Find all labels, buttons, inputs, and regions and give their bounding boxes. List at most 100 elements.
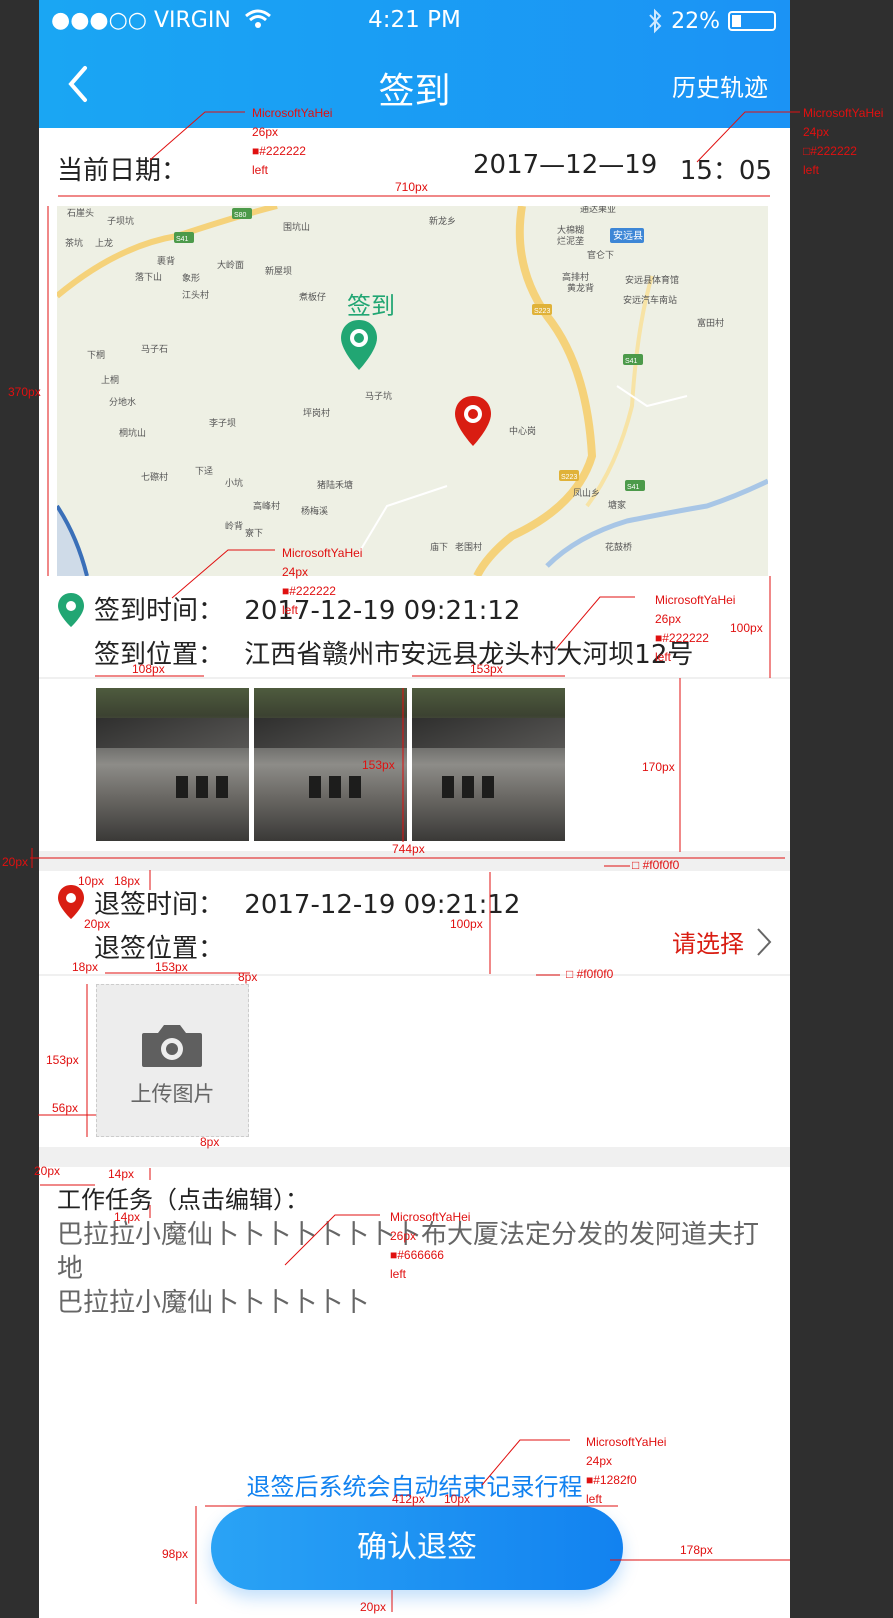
signin-location-value: 江西省赣州市安远县龙头村大河坝12号 bbox=[244, 640, 694, 670]
map-place-label: 李子坝 bbox=[209, 417, 236, 428]
battery-percent: 22% bbox=[671, 8, 720, 34]
map-place-label: 塘家 bbox=[608, 499, 626, 510]
camera-icon bbox=[142, 1025, 202, 1067]
map-place-label: 小坑 bbox=[225, 477, 243, 488]
task-line: 巴拉拉小魔仙卜卜卜卜卜卜卜卜布大厦法定分发的发阿道夫打地 bbox=[57, 1220, 760, 1284]
signout-info: 退签时间： 2017-12-19 09:21:12 退签位置： 请选择 bbox=[57, 880, 772, 980]
map-place-label: 坪岗村 bbox=[303, 407, 330, 418]
signin-location-row: 签到位置： 江西省赣州市安远县龙头村大河坝12号 bbox=[94, 634, 693, 671]
signin-photo[interactable] bbox=[412, 688, 565, 841]
history-button[interactable]: 历史轨迹 bbox=[672, 68, 768, 103]
map-place-label: 烂泥垄 bbox=[557, 235, 584, 246]
signin-map-marker-icon[interactable] bbox=[339, 318, 379, 372]
map-place-label: 安远汽车南站 bbox=[623, 294, 677, 305]
signout-pin-icon bbox=[58, 885, 84, 919]
svg-text:安远县: 安远县 bbox=[613, 229, 643, 242]
map-place-label: 岭背 bbox=[225, 520, 243, 531]
signin-time-value: 2017-12-19 09:21:12 bbox=[244, 596, 521, 626]
signout-time-label: 退签时间： bbox=[94, 890, 225, 920]
map-place-label: 马子坑 bbox=[365, 390, 392, 401]
map-place-label: 马子石 bbox=[141, 344, 168, 354]
bluetooth-icon bbox=[649, 8, 662, 34]
signout-time-row: 退签时间： 2017-12-19 09:21:12 bbox=[94, 884, 520, 921]
map-place-label: 江头村 bbox=[182, 289, 209, 300]
signout-time-value: 2017-12-19 09:21:12 bbox=[244, 890, 521, 920]
map-place-label: 新龙乡 bbox=[429, 215, 456, 226]
annotation: 24px bbox=[803, 125, 830, 139]
map-place-label: 高峰村 bbox=[253, 500, 280, 511]
signin-photos bbox=[96, 688, 565, 841]
map-place-label: 大棉糊 bbox=[557, 224, 584, 235]
current-date: 2017—12—19 bbox=[473, 150, 658, 180]
phone-screen: ●●●○○ VIRGIN 4:21 PM 22% 签到 历史轨迹 当前日期： 2… bbox=[39, 0, 790, 1618]
map-view[interactable]: 子坝坑 茶坑 上龙 裹背 大岭面 落下山 象形 江头村 新屋坝 围坑山 新龙乡 通达果业 大棉糊 烂泥垄官… bbox=[57, 206, 768, 576]
map-place-label: 大岭面 bbox=[217, 259, 244, 270]
map-place-label: 寮下 bbox=[245, 527, 263, 538]
svg-text:S41: S41 bbox=[627, 484, 640, 491]
battery: 22% bbox=[647, 8, 776, 34]
map-place-label: 杨梅溪 bbox=[301, 505, 328, 516]
map-place-label: 子坝坑 bbox=[107, 215, 134, 226]
task-textarea[interactable]: 巴拉拉小魔仙卜卜卜卜卜卜卜卜布大厦法定分发的发阿道夫打地 巴拉拉小魔仙卜卜卜卜卜… bbox=[57, 1218, 772, 1320]
map-place-label: 上龙 bbox=[95, 237, 113, 248]
annotation: □#222222 bbox=[803, 144, 857, 158]
road-badge: S41 bbox=[625, 480, 645, 491]
battery-icon bbox=[728, 11, 776, 31]
signin-time-row: 签到时间： 2017-12-19 09:21:12 bbox=[94, 590, 520, 627]
map-place-label: 花鼓桥 bbox=[605, 541, 632, 552]
divider bbox=[39, 677, 790, 679]
map-place-label: 庙下 bbox=[430, 541, 448, 552]
svg-text:S80: S80 bbox=[234, 212, 247, 219]
map-place-label: 象形 bbox=[182, 272, 200, 283]
road-badge: S223 bbox=[532, 304, 552, 315]
signout-location-select[interactable]: 请选择 bbox=[672, 924, 772, 959]
map-place-label: 官仑下 bbox=[587, 249, 614, 260]
map-canvas: 子坝坑茶坑 上龙裹背 大岭面落下山 象形江头村 新屋坝 围坑山 新龙乡 通达果业大棉糊烂泥垄官… bbox=[57, 206, 768, 576]
svg-text:S41: S41 bbox=[176, 236, 189, 243]
map-place-label: 下桐 bbox=[87, 349, 105, 360]
current-location-marker-icon[interactable] bbox=[453, 394, 493, 448]
nav-bar: 签到 历史轨迹 bbox=[39, 52, 790, 116]
map-place-label: 猪陆禾塘 bbox=[317, 479, 353, 490]
map-place-label: 下迳 bbox=[195, 466, 213, 476]
signout-location-label: 退签位置： bbox=[94, 934, 225, 964]
upload-image-button[interactable]: 上传图片 bbox=[96, 984, 249, 1137]
map-place-label: 黄龙背 bbox=[567, 282, 594, 293]
map-place-label: 通达果业 bbox=[580, 206, 616, 214]
road-badge: S41 bbox=[623, 354, 643, 365]
current-time: 15：05 bbox=[679, 156, 772, 186]
dim-label: 370px bbox=[8, 385, 41, 399]
map-place-label: 石崖头 bbox=[67, 208, 94, 218]
road-badge: S41 bbox=[174, 232, 194, 243]
section-gap bbox=[39, 1147, 790, 1167]
map-place-label: 新屋坝 bbox=[265, 265, 292, 276]
map-place-label: 凤山乡 bbox=[573, 488, 600, 498]
task-line: 巴拉拉小魔仙卜卜卜卜卜卜 bbox=[57, 1288, 370, 1318]
current-date-row: 当前日期： 2017—12—19 15：05 bbox=[57, 150, 772, 190]
map-place-label: 桐坑山 bbox=[119, 427, 146, 438]
status-bar: ●●●○○ VIRGIN 4:21 PM 22% bbox=[39, 0, 790, 42]
signout-notice: 退签后系统会自动结束记录行程 bbox=[246, 1473, 583, 1501]
svg-text:S223: S223 bbox=[561, 474, 577, 481]
map-place-label: 上桐 bbox=[101, 374, 119, 385]
map-place-label: 富田村 bbox=[697, 317, 724, 328]
map-place-label: 落下山 bbox=[135, 271, 162, 282]
map-place-label: 茶坑 bbox=[65, 237, 83, 248]
signin-location-label: 签到位置： bbox=[94, 640, 225, 670]
task-title: 工作任务（点击编辑）： bbox=[57, 1186, 309, 1214]
signin-photo[interactable] bbox=[96, 688, 249, 841]
annotation: left bbox=[803, 163, 820, 177]
map-place-label: 分地水 bbox=[109, 396, 136, 407]
map-place-label: 老围村 bbox=[455, 541, 482, 552]
dim-label: 20px bbox=[2, 855, 29, 869]
divider bbox=[39, 974, 790, 976]
signin-info: 签到时间： 2017-12-19 09:21:12 签到位置： 江西省赣州市安远… bbox=[57, 586, 772, 686]
map-place-label: 高排村 bbox=[562, 271, 589, 282]
svg-text:S41: S41 bbox=[625, 358, 638, 365]
signin-photo[interactable] bbox=[254, 688, 407, 841]
map-place-label: 裹背 bbox=[157, 255, 175, 266]
confirm-signout-button[interactable]: 确认退签 bbox=[211, 1506, 623, 1590]
map-signin-label: 签到 bbox=[347, 292, 395, 320]
chevron-right-icon bbox=[757, 927, 772, 956]
svg-text:S223: S223 bbox=[534, 308, 550, 315]
